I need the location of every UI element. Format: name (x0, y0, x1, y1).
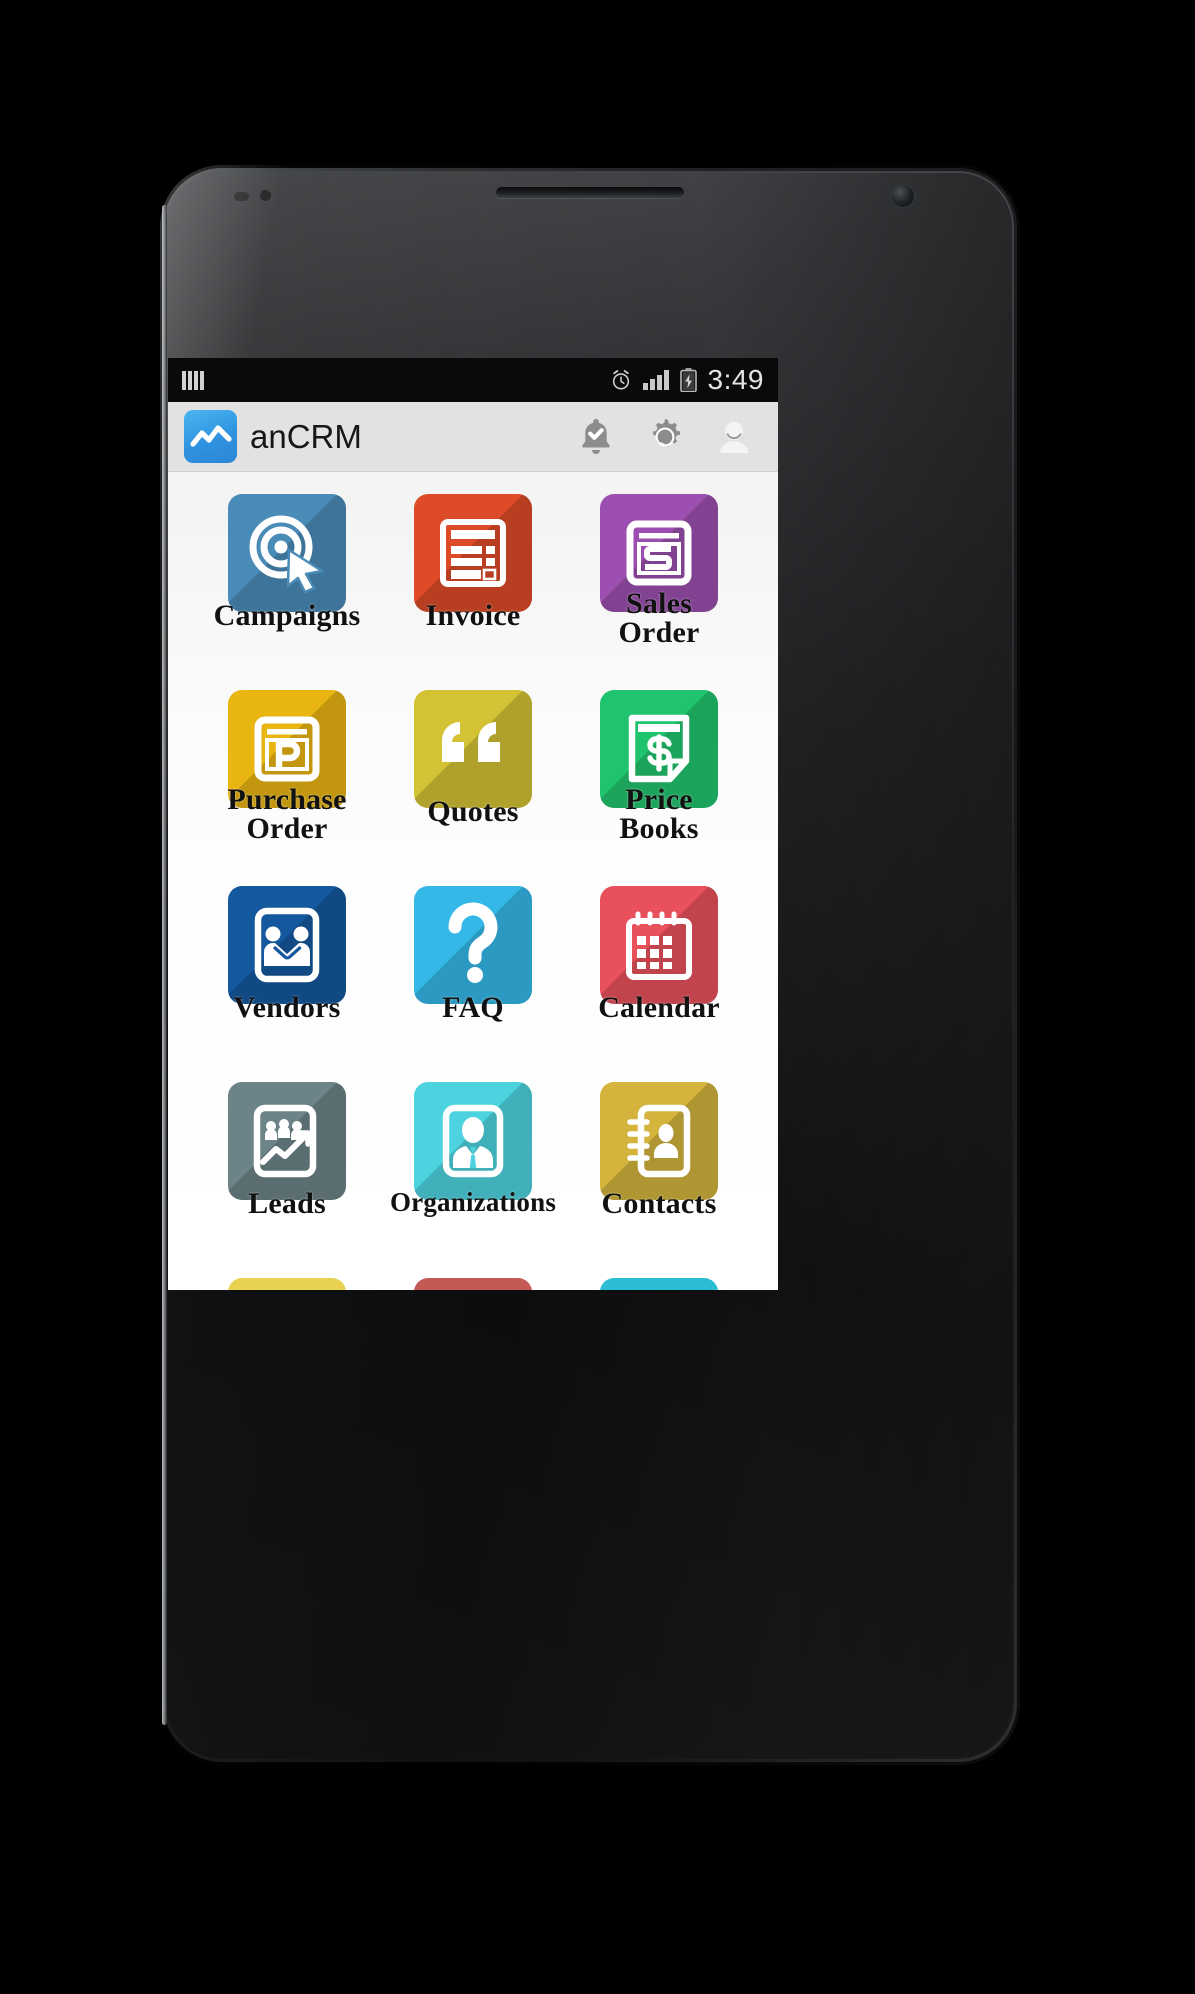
grid-item-contacts[interactable]: Contacts (566, 1066, 752, 1262)
grid-item-faq[interactable]: FAQ (380, 870, 566, 1066)
grid-item-label: Purchase Order (194, 785, 380, 845)
status-bar-right: 3:49 (610, 364, 765, 396)
grid-item-label: Quotes (427, 795, 519, 828)
sim-bars-icon (182, 370, 204, 390)
grid-item-label: Organizations (389, 1187, 557, 1217)
signal-bars-icon (642, 370, 669, 390)
earpiece-speaker (496, 187, 684, 198)
grid-item-label-line: Order (618, 615, 700, 649)
light-sensor (260, 190, 271, 201)
grid-item-label: Price Books (566, 785, 752, 845)
grid-item-leads[interactable]: Leads (194, 1066, 380, 1262)
person-avatar-icon[interactable] (706, 409, 762, 465)
grid-item-organizations[interactable]: Organizations (380, 1066, 566, 1262)
grid-item-label: Sales Order (566, 589, 752, 649)
phone-screen: 3:49 anCRM Campaigns Invoice Sales Order… (168, 358, 778, 1290)
grid-item-label: Invoice (425, 599, 521, 632)
grid-item-label: Vendors (233, 991, 341, 1024)
grid-item-calendar[interactable]: Calendar (566, 870, 752, 1066)
status-bar-left (182, 370, 610, 390)
leads-growth-icon (228, 1082, 346, 1200)
quotation-marks-icon (414, 690, 532, 808)
grid-item-label-line: Order (246, 811, 328, 845)
grid-item-partial-2[interactable] (380, 1262, 566, 1290)
invoice-form-icon (414, 494, 532, 612)
gear-icon[interactable] (637, 409, 693, 465)
question-mark-icon (414, 886, 532, 1004)
handshake-icon (228, 886, 346, 1004)
target-cursor-icon (228, 494, 346, 612)
grid-item-purchase-order[interactable]: Purchase Order (194, 674, 380, 870)
status-bar-clock: 3:49 (707, 364, 764, 395)
app-logo-chart-icon (184, 410, 237, 463)
grid-item-label: Campaigns (213, 599, 361, 632)
grid-item-label-line: Books (619, 811, 699, 845)
status-bar: 3:49 (168, 358, 778, 402)
grid-item-sales-order[interactable]: Sales Order (566, 478, 752, 674)
app-grid: Campaigns Invoice Sales Order Purchase O… (168, 472, 778, 1290)
grid-item-vendors[interactable]: Vendors (194, 870, 380, 1066)
app-grid-container: Campaigns Invoice Sales Order Purchase O… (168, 472, 778, 1290)
grid-item-quotes[interactable]: Quotes (380, 674, 566, 870)
grid-item-partial-3[interactable] (566, 1262, 752, 1290)
grid-item-invoice[interactable]: Invoice (380, 478, 566, 674)
grid-item-label: Calendar (598, 991, 720, 1024)
partial-tile (600, 1278, 718, 1290)
bell-check-icon[interactable] (568, 409, 624, 465)
partial-tile (414, 1278, 532, 1290)
proximity-sensor (234, 192, 249, 201)
grid-item-price-books[interactable]: Price Books (566, 674, 752, 870)
grid-item-campaigns[interactable]: Campaigns (194, 478, 380, 674)
partial-tile (228, 1278, 346, 1290)
alarm-clock-icon (610, 369, 632, 391)
battery-charging-icon (679, 368, 697, 393)
address-book-icon (600, 1082, 718, 1200)
grid-item-label: Contacts (601, 1187, 717, 1220)
screenshot-root: 3:49 anCRM Campaigns Invoice Sales Order… (0, 0, 1195, 1994)
app-action-bar: anCRM (168, 402, 778, 472)
calendar-icon (600, 886, 718, 1004)
grid-item-partial-1[interactable] (194, 1262, 380, 1290)
app-title: anCRM (250, 417, 362, 455)
person-badge-icon (414, 1082, 532, 1200)
front-camera (892, 185, 914, 207)
grid-item-label: Leads (248, 1187, 326, 1220)
grid-item-label: FAQ (442, 991, 504, 1024)
